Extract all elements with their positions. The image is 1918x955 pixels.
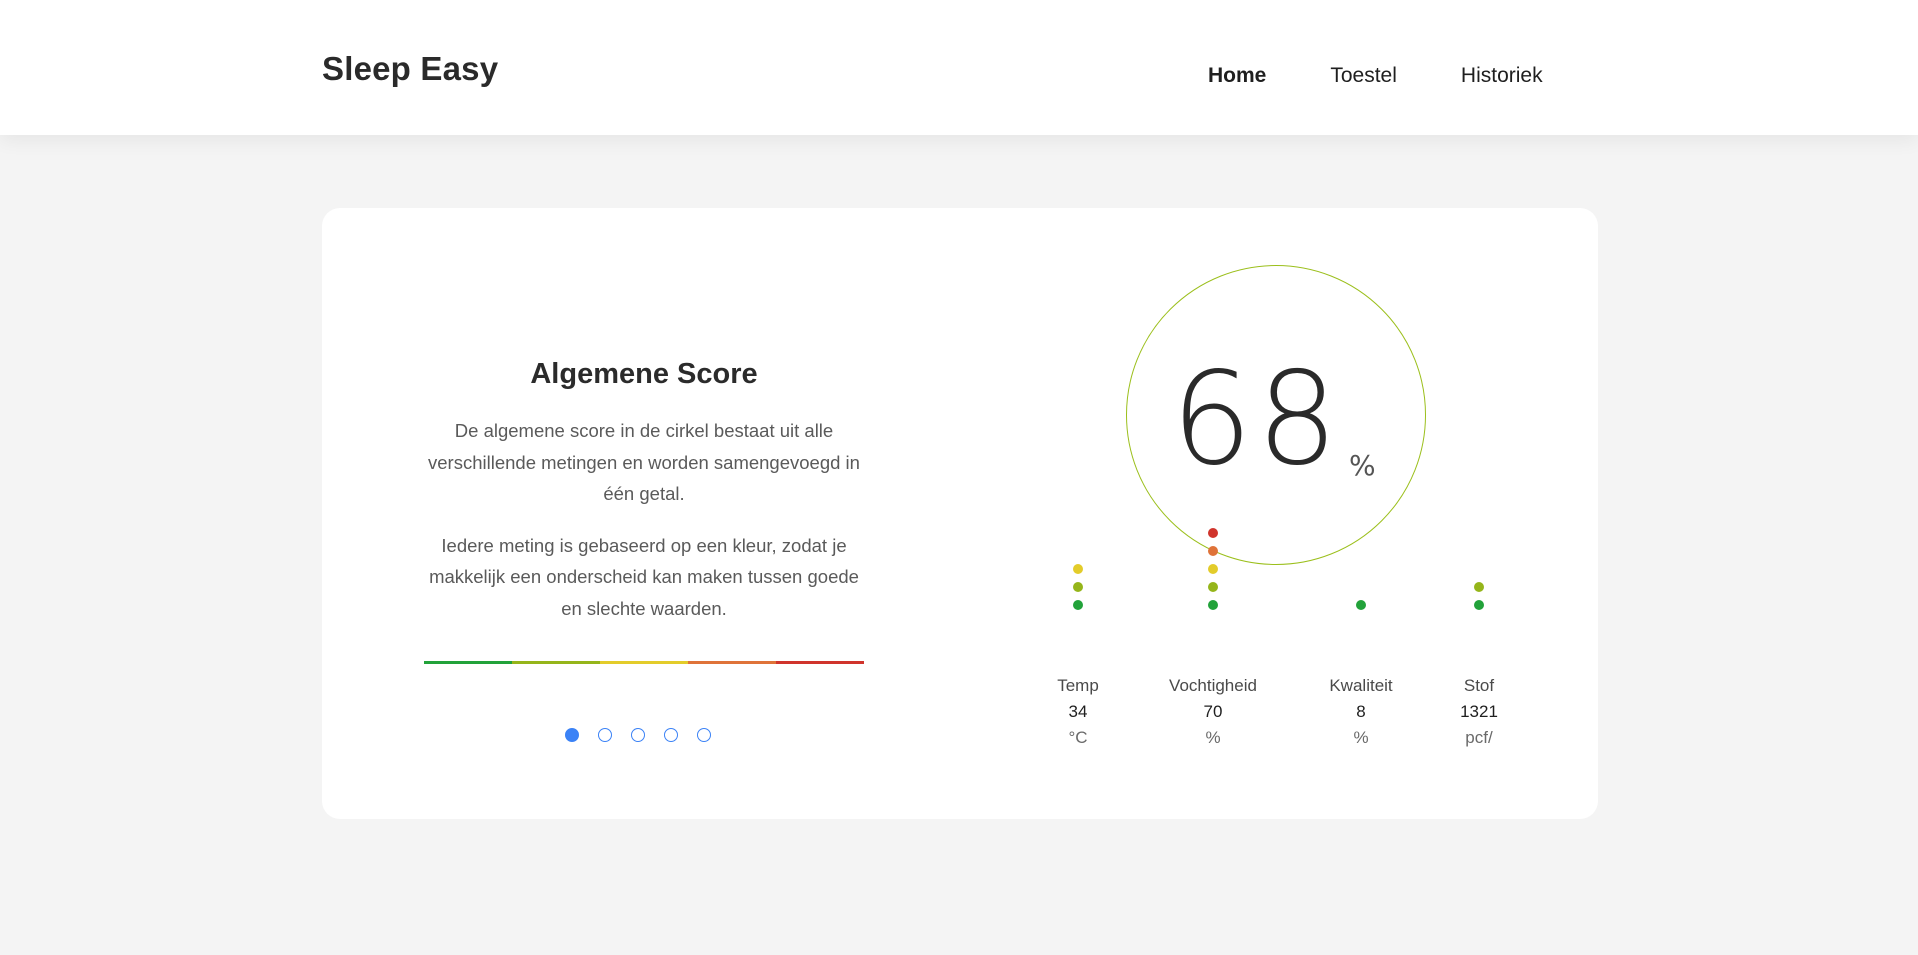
metric-value: 1321 <box>1460 702 1498 721</box>
carousel-dot-5[interactable] <box>697 728 711 742</box>
header: Sleep Easy Home Toestel Historiek <box>0 0 1918 135</box>
level-dot <box>1474 600 1484 610</box>
level-dot <box>1474 582 1484 592</box>
carousel-indicators <box>565 728 711 742</box>
metric-level-dots <box>1409 582 1549 610</box>
carousel-dot-4[interactable] <box>664 728 678 742</box>
nav-toestel[interactable]: Toestel <box>1330 64 1397 88</box>
score-gauge: 68 % <box>1126 265 1426 565</box>
level-dot <box>1208 528 1218 538</box>
score-value: 68 <box>1171 345 1342 494</box>
nav-historiek[interactable]: Historiek <box>1461 64 1543 88</box>
brand-logo[interactable]: Sleep Easy <box>322 50 498 88</box>
metric-label: Temp <box>1057 676 1099 695</box>
level-dot <box>1356 600 1366 610</box>
score-unit: % <box>1349 449 1376 482</box>
metric-unit: % <box>1205 728 1221 747</box>
info-paragraph-2: Iedere meting is gebaseerd op een kleur,… <box>429 534 859 619</box>
scale-segment-3 <box>600 661 688 664</box>
metric-temp: Temp 34 °C <box>1008 564 1148 748</box>
metric-level-dots <box>1143 528 1283 610</box>
level-dot <box>1073 600 1083 610</box>
metric-value: 34 <box>1068 702 1088 721</box>
info-panel: Algemene Score De algemene score in de c… <box>422 358 866 644</box>
level-dot <box>1208 564 1218 574</box>
metric-value: 70 <box>1203 702 1223 721</box>
score-card: Algemene Score De algemene score in de c… <box>322 208 1598 819</box>
metric-level-dots <box>1008 564 1148 610</box>
level-dot <box>1073 564 1083 574</box>
level-dot <box>1073 582 1083 592</box>
metric-stof: Stof 1321 pcf/ <box>1409 582 1549 748</box>
scale-segment-5 <box>776 661 864 664</box>
metric-unit: °C <box>1068 728 1088 747</box>
level-dot <box>1208 546 1218 556</box>
scale-segment-1 <box>424 661 512 664</box>
level-dot <box>1208 600 1218 610</box>
metric-label: Vochtigheid <box>1169 676 1257 695</box>
scale-segment-4 <box>688 661 776 664</box>
level-dot <box>1208 582 1218 592</box>
metric-label: Stof <box>1463 676 1495 695</box>
info-title: Algemene Score <box>530 358 758 390</box>
main-nav: Home Toestel Historiek <box>1208 64 1543 88</box>
carousel-dot-1[interactable] <box>565 728 579 742</box>
metric-vochtigheid: Vochtigheid 70% <box>1143 528 1283 748</box>
info-paragraph-1: De algemene score in de cirkel bestaat u… <box>428 420 860 504</box>
carousel-dot-3[interactable] <box>631 728 645 742</box>
scale-segment-2 <box>512 661 600 664</box>
metric-unit: pcf/ <box>1465 728 1493 747</box>
color-scale-bar <box>424 661 864 664</box>
carousel-dot-2[interactable] <box>598 728 612 742</box>
nav-home[interactable]: Home <box>1208 64 1266 88</box>
